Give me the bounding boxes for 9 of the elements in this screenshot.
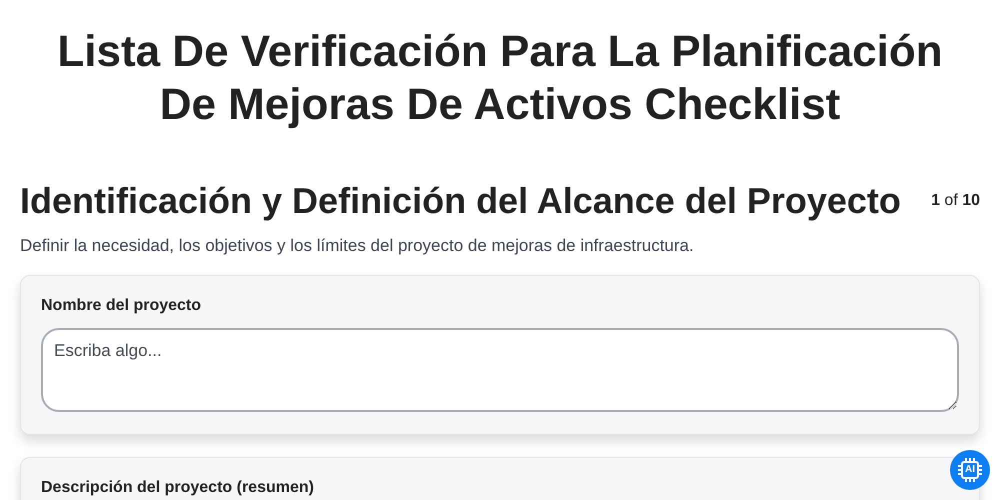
ai-button[interactable]: AI: [950, 450, 990, 490]
page-title: Lista De Verificación Para La Planificación De Mejoras De Activos Checklist: [56, 26, 944, 131]
section-heading: Identificación y Definición del Alcance del Proyecto: [20, 179, 901, 223]
field-label: Nombre del proyecto: [41, 296, 202, 316]
text-area[interactable]: Escriba algo...: [41, 328, 959, 412]
section-description: Definir la necesidad, los objetivos y los límites del proyecto de mejoras de infraestructura.: [20, 235, 695, 257]
field-label: Descripción del proyecto (resumen): [41, 478, 315, 498]
chip-icon: [955, 455, 985, 485]
step-counter: 1 of 10: [931, 191, 980, 211]
